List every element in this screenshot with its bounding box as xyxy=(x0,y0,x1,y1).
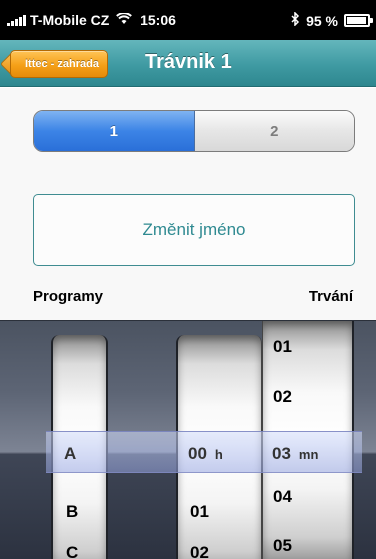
battery-percent: 95 % xyxy=(306,12,338,29)
segmented-control: 1 2 xyxy=(33,110,355,152)
nav-bar: Ittec - zahrada Trávnik 1 xyxy=(0,40,376,87)
content-area: 1 2 Změnit jméno Programy Trvání xyxy=(0,88,376,320)
battery-fill xyxy=(347,17,366,24)
hour-option-02[interactable]: 02 xyxy=(190,543,209,559)
selected-minute-value: 03 xyxy=(272,444,291,463)
page-title: Trávnik 1 xyxy=(145,51,232,73)
minute-unit: mn xyxy=(298,447,319,462)
programs-label: Programy xyxy=(33,288,104,305)
bluetooth-icon xyxy=(291,11,300,29)
program-option-c[interactable]: C xyxy=(66,543,78,559)
program-option-b[interactable]: B xyxy=(66,502,78,522)
minute-option-02[interactable]: 02 xyxy=(273,387,292,407)
selected-hour-value: 00 xyxy=(188,444,207,463)
picker: B C 01 02 01 02 04 05 A 00 h 03 mn xyxy=(0,320,376,559)
selected-program: A xyxy=(64,444,77,463)
hour-option-01[interactable]: 01 xyxy=(190,502,209,522)
status-bar: T-Mobile CZ 15:06 95 % xyxy=(0,0,376,40)
minute-option-04[interactable]: 04 xyxy=(273,487,292,507)
battery-icon xyxy=(344,14,373,27)
minute-option-01[interactable]: 01 xyxy=(273,337,292,357)
segment-1[interactable]: 1 xyxy=(34,111,195,151)
selected-minute: 03 mn xyxy=(272,444,318,464)
minute-option-05[interactable]: 05 xyxy=(273,536,292,556)
segment-2[interactable]: 2 xyxy=(194,111,354,151)
status-right: 95 % xyxy=(291,11,373,29)
rename-button[interactable]: Změnit jméno xyxy=(33,194,355,266)
duration-label: Trvání xyxy=(308,288,353,305)
back-button[interactable]: Ittec - zahrada xyxy=(10,50,108,78)
selected-hour: 00 h xyxy=(188,444,223,464)
status-time-text: 15:06 xyxy=(140,12,176,28)
selection-indicator: A 00 h 03 mn xyxy=(46,431,362,473)
back-wrapper: Ittec - zahrada xyxy=(10,50,108,78)
hour-unit: h xyxy=(214,447,223,462)
